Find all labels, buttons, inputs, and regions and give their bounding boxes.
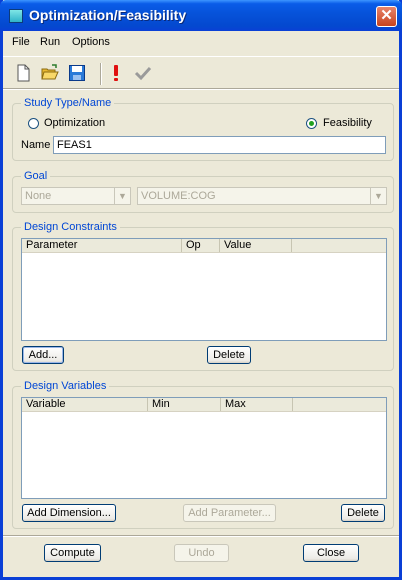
undo-button[interactable]: Undo — [174, 544, 229, 562]
variables-table[interactable]: Variable Min Max — [21, 397, 387, 499]
goal-type-value: None — [25, 190, 52, 202]
optimization-radio[interactable] — [28, 118, 39, 129]
menu-file[interactable]: File — [12, 36, 30, 48]
run-exclamation-icon[interactable] — [107, 64, 125, 82]
column-parameter[interactable]: Parameter — [22, 239, 182, 252]
goal-measure-value: VOLUME:COG — [141, 190, 216, 202]
constraints-table[interactable]: Parameter Op Value — [21, 238, 387, 341]
constraints-table-header: Parameter Op Value — [22, 239, 386, 253]
column-min[interactable]: Min — [148, 398, 221, 411]
open-folder-icon[interactable] — [41, 64, 59, 82]
new-file-icon[interactable] — [14, 64, 32, 82]
menu-bar: File Run Options — [3, 31, 399, 53]
menu-options[interactable]: Options — [72, 36, 110, 48]
title-bar[interactable]: Optimization/Feasibility ✕ — [0, 0, 402, 31]
save-icon[interactable] — [68, 64, 86, 82]
design-constraints-legend: Design Constraints — [21, 221, 120, 233]
chevron-down-icon: ▼ — [370, 188, 386, 204]
add-constraint-button[interactable]: Add... — [22, 346, 64, 364]
design-constraints-group: Design Constraints Parameter Op Value Ad… — [12, 221, 394, 371]
chevron-down-icon: ▼ — [114, 188, 130, 204]
study-name-input[interactable]: FEAS1 — [53, 136, 386, 154]
name-label: Name — [21, 139, 51, 151]
design-variables-group: Design Variables Variable Min Max Add Di… — [12, 380, 394, 529]
add-dimension-button[interactable]: Add Dimension... — [22, 504, 116, 522]
check-icon[interactable] — [134, 64, 152, 82]
toolbar-separator — [100, 63, 102, 85]
column-op[interactable]: Op — [182, 239, 220, 252]
optimization-feasibility-dialog: Optimization/Feasibility ✕ File Run Opti… — [0, 0, 402, 580]
study-type-legend: Study Type/Name — [21, 97, 115, 109]
close-window-button[interactable]: ✕ — [376, 6, 397, 27]
variables-table-header: Variable Min Max — [22, 398, 386, 412]
footer-divider — [3, 535, 399, 537]
toolbar — [3, 56, 399, 89]
column-variable[interactable]: Variable — [22, 398, 148, 411]
feasibility-label[interactable]: Feasibility — [323, 117, 372, 129]
window-title: Optimization/Feasibility — [29, 7, 187, 23]
column-max[interactable]: Max — [221, 398, 293, 411]
add-parameter-button[interactable]: Add Parameter... — [183, 504, 276, 522]
column-value[interactable]: Value — [220, 239, 292, 252]
goal-group: Goal None ▼ VOLUME:COG ▼ — [12, 170, 394, 213]
study-type-group: Study Type/Name Optimization Feasibility… — [12, 97, 394, 161]
menu-run[interactable]: Run — [40, 36, 60, 48]
compute-button[interactable]: Compute — [44, 544, 101, 562]
delete-constraint-button[interactable]: Delete — [207, 346, 251, 364]
close-button[interactable]: Close — [303, 544, 359, 562]
goal-legend: Goal — [21, 170, 51, 182]
feasibility-radio[interactable] — [306, 118, 317, 129]
design-variables-legend: Design Variables — [21, 380, 110, 392]
goal-type-select[interactable]: None ▼ — [21, 187, 131, 205]
optimization-label[interactable]: Optimization — [44, 117, 105, 129]
goal-measure-select[interactable]: VOLUME:COG ▼ — [137, 187, 387, 205]
toolbar-divider — [3, 88, 399, 90]
delete-variable-button[interactable]: Delete — [341, 504, 385, 522]
app-icon — [9, 9, 23, 23]
